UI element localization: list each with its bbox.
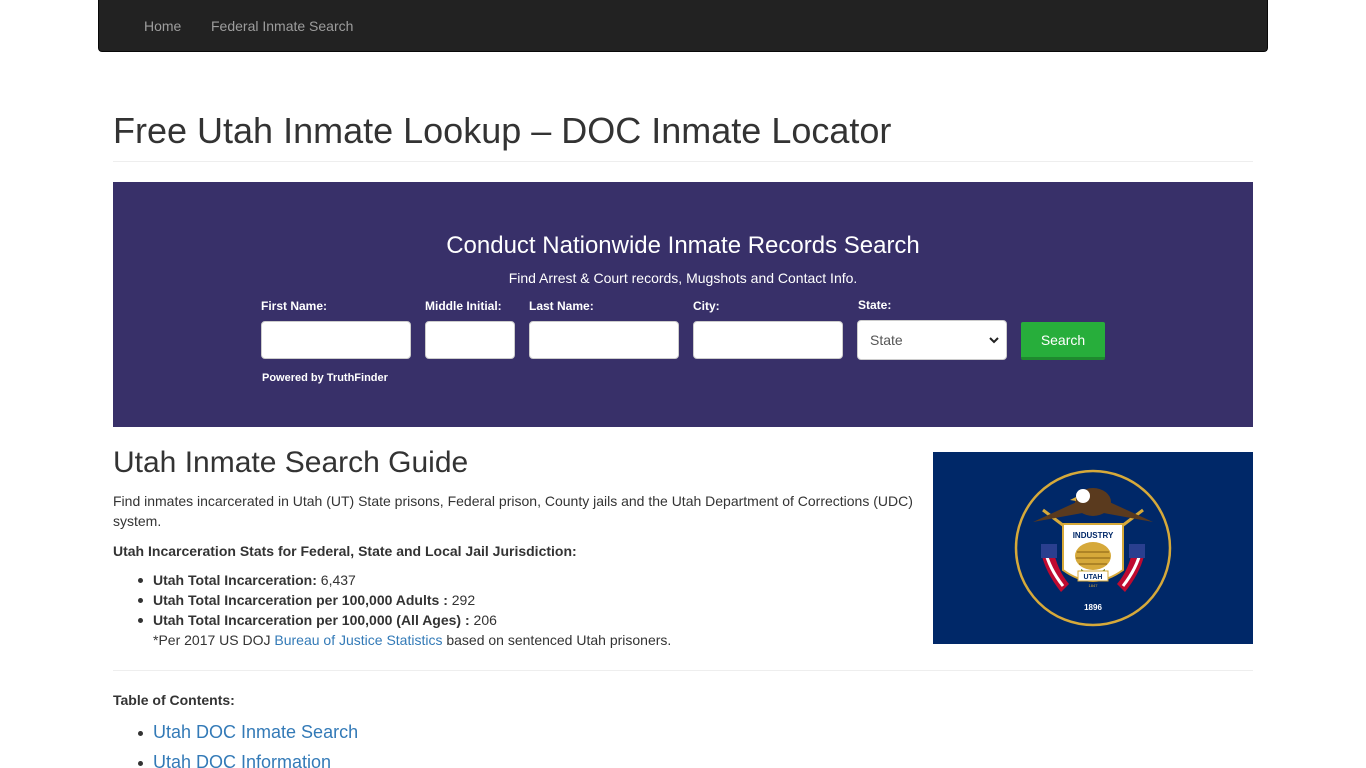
state-select[interactable]: State [857,320,1007,360]
state-select-value: State [870,332,903,348]
note-prefix: *Per 2017 US DOJ [153,632,275,648]
middle-initial-input[interactable] [425,321,515,359]
note-suffix: based on sentenced Utah prisoners. [442,632,672,648]
utah-flag-image: INDUSTRY UTAH 1847 1896 [933,452,1253,644]
seal-utah-text: UTAH [1084,574,1103,581]
stat-label: Utah Total Incarceration: [153,572,317,588]
last-name-label: Last Name: [529,299,594,313]
first-name-input[interactable] [261,321,411,359]
search-banner-subheading: Find Arrest & Court records, Mugshots an… [508,270,858,286]
stat-label: Utah Total Incarceration per 100,000 Adu… [153,592,448,608]
search-button[interactable]: Search [1021,322,1105,360]
stat-value: 292 [447,592,476,608]
list-item: Utah Total Incarceration per 100,000 Adu… [138,590,497,610]
page-title: Free Utah Inmate Lookup – DOC Inmate Loc… [113,110,892,151]
search-banner: Conduct Nationwide Inmate Records Search… [113,182,1253,427]
title-divider [113,161,1253,162]
nav-federal-inmate-search-link[interactable]: Federal Inmate Search [211,18,353,34]
search-banner-heading: Conduct Nationwide Inmate Records Search [446,232,920,259]
seal-1847-text: 1847 [1089,583,1099,588]
powered-by-text: Powered by TruthFinder [262,372,388,384]
utah-seal-icon: INDUSTRY UTAH 1847 1896 [1014,469,1172,627]
chevron-down-icon [989,337,999,344]
toc-link-utah-doc-information[interactable]: Utah DOC Information [153,752,331,768]
toc-heading: Table of Contents: [113,692,235,708]
stat-value: 206 [469,612,497,628]
toc-link-utah-doc-inmate-search[interactable]: Utah DOC Inmate Search [153,722,358,742]
list-item: Utah Total Incarceration per 100,000 (Al… [138,610,497,630]
seal-year-text: 1896 [1084,603,1102,612]
stats-source-note: *Per 2017 US DOJ Bureau of Justice Stati… [153,630,671,650]
nav-home-link[interactable]: Home [144,18,181,34]
seal-industry-text: INDUSTRY [1073,531,1114,540]
content-divider [113,670,1253,671]
middle-initial-label: Middle Initial: [425,299,502,313]
guide-heading: Utah Inmate Search Guide [113,446,469,479]
list-item: Utah DOC Information [137,747,358,768]
city-input[interactable] [693,321,843,359]
stats-heading: Utah Incarceration Stats for Federal, St… [113,543,577,559]
guide-intro: Find inmates incarcerated in Utah (UT) S… [113,493,913,529]
toc-list: Utah DOC Inmate Search Utah DOC Informat… [137,717,358,768]
first-name-label: First Name: [261,299,328,313]
city-label: City: [693,299,720,313]
stats-list: Utah Total Incarceration: 6,437 Utah Tot… [138,570,497,630]
list-item: Utah Total Incarceration: 6,437 [138,570,497,590]
state-label: State: [858,298,892,312]
last-name-input[interactable] [529,321,679,359]
stat-label: Utah Total Incarceration per 100,000 (Al… [153,612,470,628]
stat-value: 6,437 [316,572,356,588]
navbar: Home Federal Inmate Search [98,0,1268,52]
bureau-of-justice-statistics-link[interactable]: Bureau of Justice Statistics [274,632,442,648]
list-item: Utah DOC Inmate Search [137,717,358,747]
